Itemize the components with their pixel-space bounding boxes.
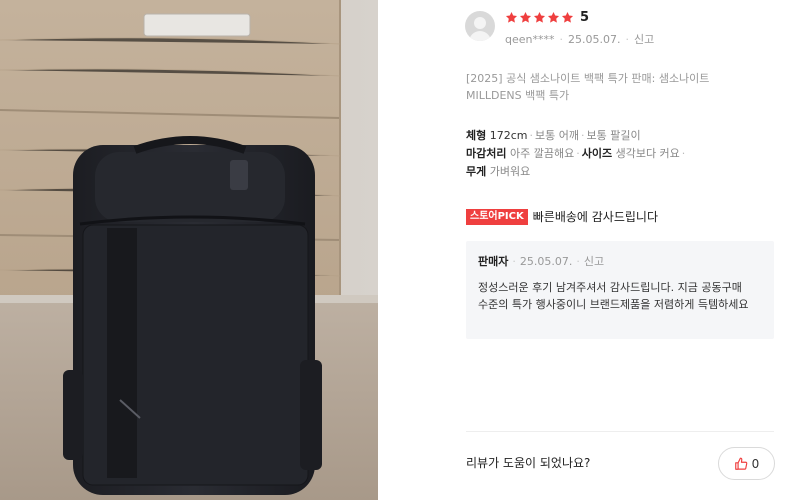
option-line: MILLDENS 백팩 특가 bbox=[466, 89, 570, 102]
attribute-row: 마감처리 아주 깔끔해요 · 사이즈 생각보다 커요 · bbox=[466, 147, 686, 160]
store-pick: 스토어PICK 빠른배송에 감사드립니다 bbox=[466, 208, 658, 225]
helpful-question: 리뷰가 도움이 되었나요? bbox=[466, 456, 591, 470]
option-line: [2025] 공식 샘소나이트 백팩 특가 판매: 샘소나이트 bbox=[466, 72, 710, 85]
backpack-image bbox=[63, 136, 322, 495]
review-photo[interactable] bbox=[0, 0, 378, 500]
author-name: qeen**** bbox=[505, 33, 555, 46]
star-rating: 5 bbox=[505, 10, 589, 25]
review-panel: 5 qeen**** · 25.05.07. · 신고 [2025] 공식 샘소나이트 … bbox=[378, 0, 792, 500]
seller-reply: 판매자 · 25.05.07. · 신고 정성스러운 후기 남겨주셔서 감사드립니다. … bbox=[466, 241, 774, 339]
attribute-row: 무게 가벼워요 bbox=[466, 165, 531, 178]
star-icon bbox=[533, 11, 546, 23]
star-icon bbox=[547, 11, 560, 23]
seller-reply-header: 판매자 · 25.05.07. · 신고 bbox=[478, 255, 605, 268]
seller-name: 판매자 bbox=[478, 255, 509, 268]
store-pick-badge: 스토어PICK bbox=[466, 208, 528, 225]
review-meta: qeen**** · 25.05.07. · 신고 bbox=[505, 33, 655, 46]
thumbs-up-icon bbox=[734, 457, 747, 470]
rating-score: 5 bbox=[580, 10, 590, 25]
seller-reply-text: 정성스러운 후기 남겨주셔서 감사드립니다. 지금 공동구매 수준의 특가 행사… bbox=[478, 281, 749, 311]
review-attributes: 체형 172cm · 보통 어깨 · 보통 팔길이 마감처리 아주 깔끔해요 · 사이즈 생… bbox=[466, 127, 687, 181]
helpful-button[interactable]: 0 bbox=[718, 447, 775, 480]
review-text: 빠른배송에 감사드립니다 bbox=[532, 210, 659, 224]
avatar bbox=[465, 11, 495, 41]
seller-report-link[interactable]: 신고 bbox=[584, 255, 604, 268]
helpful-count: 0 bbox=[751, 456, 760, 471]
review-date: 25.05.07. bbox=[568, 33, 621, 46]
report-link[interactable]: 신고 bbox=[634, 33, 654, 46]
purchased-option: [2025] 공식 샘소나이트 백팩 특가 판매: 샘소나이트 MILLDENS… bbox=[466, 70, 766, 104]
attribute-row: 체형 172cm · 보통 어깨 · 보통 팔길이 bbox=[466, 129, 641, 142]
divider bbox=[466, 431, 774, 432]
seller-reply-date: 25.05.07. bbox=[519, 255, 573, 268]
star-icon bbox=[505, 11, 518, 23]
star-icon bbox=[561, 11, 574, 23]
star-icon bbox=[519, 11, 532, 23]
